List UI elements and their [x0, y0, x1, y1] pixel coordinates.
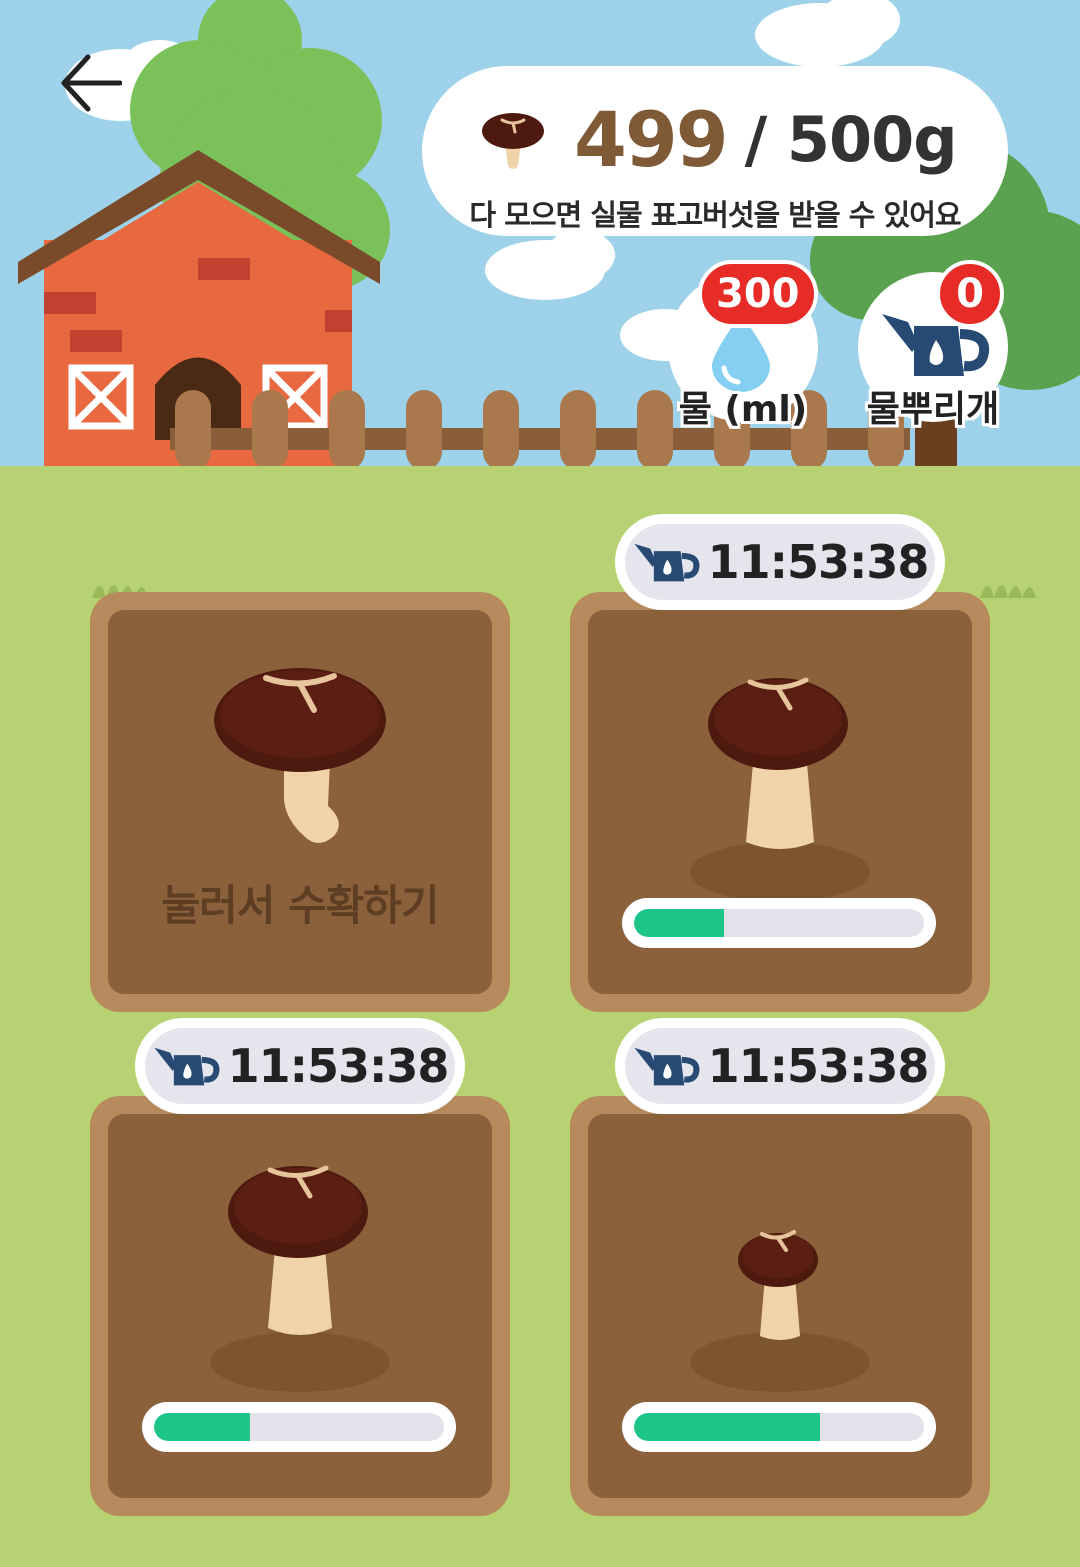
water-label: 물 (ml) — [678, 389, 808, 430]
growth-progress-bar — [142, 1402, 456, 1452]
plot-4-growing[interactable] — [570, 1096, 990, 1516]
goal-amount: / 500g — [744, 102, 958, 176]
plot-2-growing[interactable] — [570, 592, 990, 1012]
timer-text: 11:53:38 — [227, 1039, 450, 1093]
mushroom-icon — [482, 113, 544, 169]
timer-text: 11:53:38 — [707, 535, 930, 589]
plot-3-timer: 11:53:38 — [135, 1018, 465, 1114]
plot-soil — [108, 1114, 492, 1498]
water-resource-button[interactable]: 300 물 (ml) — [668, 260, 818, 430]
plot-2-timer: 11:53:38 — [615, 514, 945, 610]
watering-can-icon — [634, 543, 700, 582]
water-count-badge: 300 — [698, 260, 818, 328]
watering-can-label: 물뿌리개 — [866, 389, 1000, 430]
growth-progress-fill — [634, 1413, 820, 1441]
plot-soil — [588, 610, 972, 994]
plot-3-growing[interactable] — [90, 1096, 510, 1516]
plot-4-timer: 11:53:38 — [615, 1018, 945, 1114]
back-button[interactable] — [52, 48, 128, 118]
collected-amount: 499 — [574, 94, 729, 184]
mushroom-icon — [214, 668, 386, 843]
harvest-prompt: 눌러서 수확하기 — [161, 881, 439, 930]
timer-text: 11:53:38 — [707, 1039, 930, 1093]
growth-progress-bar — [622, 898, 936, 948]
growth-progress-fill — [154, 1413, 250, 1441]
plot-1-ready[interactable]: 눌러서 수확하기 — [90, 592, 510, 1012]
goal-description: 다 모으면 실물 표고버섯을 받을 수 있어요 — [469, 198, 961, 232]
plot-soil: 눌러서 수확하기 — [108, 610, 492, 994]
watering-can-resource-button[interactable]: 0 물뿌리개 — [858, 260, 1008, 430]
harvest-counter-card: 499 / 500g 다 모으면 실물 표고버섯을 받을 수 있어요 — [422, 66, 1008, 236]
watering-can-icon — [154, 1047, 220, 1086]
growth-progress-fill — [634, 909, 724, 937]
plot-soil — [588, 1114, 972, 1498]
growth-progress-bar — [622, 1402, 936, 1452]
arrow-left-icon — [61, 54, 122, 112]
watering-can-icon — [634, 1047, 700, 1086]
watering-can-count-badge: 0 — [936, 260, 1004, 328]
